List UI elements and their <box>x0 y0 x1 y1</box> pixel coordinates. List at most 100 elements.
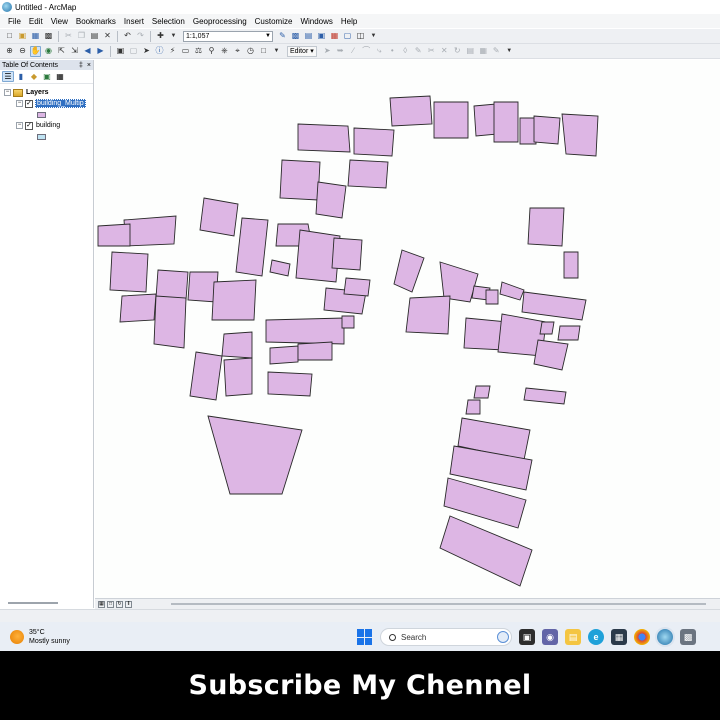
open-folder-icon[interactable]: ▣ <box>17 31 28 42</box>
find-icon[interactable]: ⚲ <box>206 46 217 57</box>
weather-widget[interactable]: 35°C Mostly sunny <box>10 628 70 646</box>
model-builder-icon[interactable]: ◫ <box>355 31 366 42</box>
menu-edit[interactable]: Edit <box>25 17 47 26</box>
endpoint-arc-icon[interactable]: ⌒ <box>361 46 372 57</box>
layer-visibility-checkbox[interactable]: ✓ <box>25 99 33 108</box>
chrome-icon[interactable] <box>634 629 650 645</box>
search-window-icon[interactable]: ▣ <box>316 31 327 42</box>
pause-drawing-icon[interactable]: ‖ <box>125 600 132 608</box>
trace-icon[interactable]: ⤷ <box>374 46 385 57</box>
time-slider-icon[interactable]: ◷ <box>245 46 256 57</box>
bing-icon[interactable] <box>497 631 509 643</box>
split-icon[interactable]: ✕ <box>439 46 450 57</box>
cut-icon[interactable]: ✂ <box>63 31 74 42</box>
edit-vertices-icon[interactable]: ◊ <box>400 46 411 57</box>
menu-windows[interactable]: Windows <box>296 17 336 26</box>
delete-icon[interactable]: ✕ <box>102 31 113 42</box>
goto-xy-icon[interactable]: ⌖ <box>232 46 243 57</box>
new-doc-icon[interactable]: □ <box>4 31 15 42</box>
chevron-down-icon[interactable]: ▼ <box>368 31 379 42</box>
map-horizontal-scrollbar[interactable] <box>171 603 706 605</box>
collapse-icon[interactable]: − <box>4 89 11 96</box>
menu-help[interactable]: Help <box>337 17 361 26</box>
pan-icon[interactable]: ✋ <box>30 45 41 57</box>
extra-app-icon[interactable]: ▩ <box>680 629 696 645</box>
list-by-source-icon[interactable]: ▮ <box>15 71 27 82</box>
refresh-icon[interactable]: ↻ <box>116 600 123 608</box>
straight-segment-icon[interactable]: ∕ <box>348 46 359 57</box>
taskbar-search-input[interactable]: Search <box>380 628 512 646</box>
menu-file[interactable]: File <box>4 17 25 26</box>
menu-geoprocessing[interactable]: Geoprocessing <box>189 17 251 26</box>
store-icon[interactable]: ▦ <box>611 629 627 645</box>
measure-icon[interactable]: ⚖ <box>193 46 204 57</box>
route-icon[interactable]: ⎈ <box>219 46 230 57</box>
close-icon[interactable]: × <box>87 62 91 69</box>
list-by-visibility-icon[interactable]: ◆ <box>28 71 40 82</box>
zoom-out-icon[interactable]: ⊖ <box>17 46 28 57</box>
layer-name[interactable]: building_Multip <box>35 99 86 108</box>
layer-visibility-checkbox[interactable]: ✓ <box>25 121 33 130</box>
reshape-icon[interactable]: ✎ <box>413 46 424 57</box>
collapse-icon[interactable]: − <box>16 122 23 129</box>
tree-row-layer[interactable]: − ✓ building_Multip <box>0 98 93 109</box>
html-popup-icon[interactable]: ▭ <box>180 46 191 57</box>
arcmap-taskbar-icon[interactable] <box>657 629 673 645</box>
menu-view[interactable]: View <box>47 17 72 26</box>
edit-annotation-icon[interactable]: ➥ <box>335 46 346 57</box>
catalog-icon[interactable]: ▤ <box>303 31 314 42</box>
sketch-properties-icon[interactable]: ▦ <box>478 46 489 57</box>
collapse-icon[interactable]: − <box>16 100 23 107</box>
select-features-icon[interactable]: ▣ <box>115 46 126 57</box>
edit-tool-icon[interactable]: ➤ <box>322 46 333 57</box>
hyperlink-icon[interactable]: ⚡ <box>167 46 178 57</box>
list-by-drawing-order-icon[interactable]: ☰ <box>2 71 14 82</box>
editor-toolbar-icon[interactable]: ✎ <box>277 31 288 42</box>
pin-icon[interactable]: ‡ <box>79 62 83 69</box>
edge-icon[interactable]: e <box>588 629 604 645</box>
chevron-down-icon[interactable]: ▼ <box>504 46 515 57</box>
identify-icon[interactable]: ⓘ <box>154 46 165 57</box>
layer-symbol-swatch[interactable] <box>37 111 46 118</box>
file-explorer-icon[interactable]: ▤ <box>565 629 581 645</box>
layout-view-icon[interactable]: ▩ <box>290 31 301 42</box>
python-icon[interactable]: ▢ <box>342 31 353 42</box>
add-data-icon[interactable]: ✚ <box>155 31 166 42</box>
map-scale-input[interactable]: 1:1,057 ▼ <box>183 30 273 42</box>
point-icon[interactable]: • <box>387 46 398 57</box>
copilot-icon[interactable]: ▣ <box>519 629 535 645</box>
attributes-icon[interactable]: ▤ <box>465 46 476 57</box>
options-icon[interactable]: ▦ <box>54 71 66 82</box>
print-icon[interactable]: ▩ <box>43 31 54 42</box>
redo-icon[interactable]: ↷ <box>135 31 146 42</box>
map-display[interactable] <box>95 60 720 598</box>
full-extent-icon[interactable]: ◉ <box>43 46 54 57</box>
menu-bookmarks[interactable]: Bookmarks <box>72 17 120 26</box>
windows-start-icon[interactable] <box>357 629 373 645</box>
chevron-down-icon[interactable]: ▼ <box>168 31 179 42</box>
undo-icon[interactable]: ↶ <box>122 31 133 42</box>
create-viewer-icon[interactable]: □ <box>258 46 269 57</box>
fixed-zoom-in-icon[interactable]: ⇱ <box>56 46 67 57</box>
fixed-zoom-out-icon[interactable]: ⇲ <box>69 46 80 57</box>
arctoolbox-icon[interactable]: ▦ <box>329 31 340 42</box>
teams-chat-icon[interactable]: ◉ <box>542 629 558 645</box>
menu-selection[interactable]: Selection <box>148 17 189 26</box>
menu-insert[interactable]: Insert <box>120 17 148 26</box>
layer-symbol-swatch[interactable] <box>37 133 46 140</box>
select-elements-icon[interactable]: ➤ <box>141 46 152 57</box>
editor-menu-dropdown[interactable]: Editor ▾ <box>287 45 317 57</box>
toc-horizontal-scrollbar[interactable] <box>8 602 58 604</box>
back-extent-icon[interactable]: ◀ <box>82 46 93 57</box>
list-by-selection-icon[interactable]: ▣ <box>41 71 53 82</box>
copy-icon[interactable]: ❐ <box>76 31 87 42</box>
cut-polygon-icon[interactable]: ✂ <box>426 46 437 57</box>
menu-customize[interactable]: Customize <box>251 17 297 26</box>
layout-view-icon[interactable]: □ <box>107 600 114 608</box>
zoom-in-icon[interactable]: ⊕ <box>4 46 15 57</box>
create-features-icon[interactable]: ✎ <box>491 46 502 57</box>
rotate-icon[interactable]: ↻ <box>452 46 463 57</box>
paste-icon[interactable]: ▤ <box>89 31 100 42</box>
layer-name[interactable]: building <box>35 122 61 129</box>
tree-row-layer[interactable]: − ✓ building <box>0 120 93 131</box>
